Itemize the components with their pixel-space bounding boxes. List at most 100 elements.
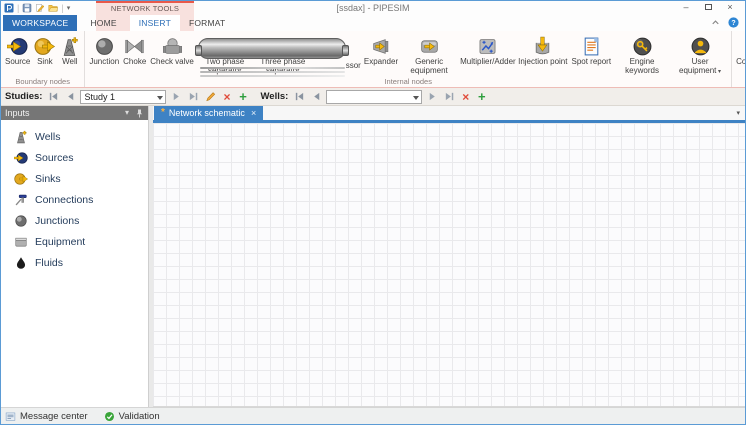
ribbon-item-label: Spot report — [571, 58, 611, 67]
junction-icon — [94, 34, 115, 58]
wells-label: Wells: — [260, 91, 288, 102]
study-delete-icon[interactable]: × — [220, 90, 233, 104]
well-delete-icon[interactable]: × — [459, 90, 472, 104]
sidebar-item-label: Sources — [35, 152, 74, 164]
open-folder-icon[interactable] — [48, 3, 58, 13]
tab-network-schematic[interactable]: * Network schematic × — [154, 106, 263, 120]
tab-close-icon[interactable]: × — [251, 106, 256, 120]
spot-report-button[interactable]: Spot report — [569, 34, 613, 67]
tab-format[interactable]: FORMAT — [180, 15, 234, 31]
pipe-graphic-overlay — [198, 38, 346, 59]
sidebar-item-label: Wells — [35, 131, 60, 143]
expander-button[interactable]: Expander — [362, 34, 400, 67]
study-select[interactable]: Study 1 — [80, 90, 166, 104]
document-area: * Network schematic × ▾ — [153, 106, 745, 407]
sidebar-item-connections[interactable]: Connections — [1, 189, 148, 210]
save-icon[interactable] — [22, 3, 32, 13]
select-caret-icon — [157, 96, 163, 100]
ribbon-item-label: Junction — [89, 58, 119, 67]
injection-point-button[interactable]: Injection point — [516, 34, 569, 67]
status-item-message-center[interactable]: Message center — [5, 411, 88, 422]
well-add-icon[interactable]: + — [475, 89, 488, 104]
connections-icon — [14, 193, 28, 207]
study-edit-icon[interactable] — [203, 90, 217, 104]
app-icon[interactable] — [4, 3, 14, 13]
sidebar-item-junctions[interactable]: Junctions — [1, 210, 148, 231]
ribbon-group-boundary-nodes: SourceSinkWell Boundary nodes — [1, 31, 85, 87]
qat-dropdown-caret-icon[interactable]: ▾ — [67, 4, 71, 12]
study-last-icon[interactable] — [186, 90, 200, 104]
pin-icon[interactable] — [135, 109, 144, 118]
ribbon-group-label: Internal nodes — [85, 77, 731, 86]
well-button[interactable]: Well — [57, 34, 82, 67]
ribbon-item-label: User equipment ▾ — [673, 58, 727, 76]
sidebar-item-fluids[interactable]: Fluids — [1, 252, 148, 273]
junction-button[interactable]: Junction — [87, 34, 121, 67]
ribbon-item-label: Multiplier/Adder — [460, 58, 514, 67]
check-valve-icon — [162, 34, 183, 58]
generic-equipment-button[interactable]: Generic equipment — [400, 34, 458, 75]
ribbon-item-label: Expander — [364, 58, 398, 67]
sidebar-item-sinks[interactable]: Sinks — [1, 168, 148, 189]
junctions-icon — [14, 214, 28, 228]
tab-workspace[interactable]: WORKSPACE — [3, 15, 77, 31]
svg-text:?: ? — [731, 20, 735, 27]
help-icon[interactable]: ? — [728, 17, 739, 28]
sidebar-item-wells[interactable]: Wells — [1, 126, 148, 147]
tab-home[interactable]: HOME — [81, 15, 125, 31]
sidebar-item-label: Junctions — [35, 215, 79, 227]
well-first-icon[interactable] — [292, 90, 306, 104]
check-valve-button[interactable]: Check valve — [148, 34, 196, 67]
validation-icon — [104, 411, 115, 422]
ribbon-group-label: Connections — [732, 77, 746, 86]
minimize-button[interactable]: – — [675, 1, 697, 15]
study-first-icon[interactable] — [46, 90, 60, 104]
ribbon-group-connections: ConnectorFlowlineRiserConnections — [732, 31, 746, 87]
engine-keywords-icon — [632, 34, 653, 58]
sidebar-item-equipment[interactable]: Equipment — [1, 231, 148, 252]
studies-toolbar: Studies: Study 1 × + Wells: × + — [1, 88, 745, 106]
ribbon-group-label: Boundary nodes — [1, 77, 84, 86]
tab-list-caret-icon[interactable]: ▾ — [736, 109, 740, 117]
ribbon-item-label: Choke — [123, 58, 146, 67]
network-schematic-canvas[interactable] — [153, 123, 745, 407]
choke-icon — [124, 34, 145, 58]
ribbon: SourceSinkWell Boundary nodes Junction Chok… — [1, 31, 745, 88]
contextual-tab-header: NETWORK TOOLS — [96, 1, 194, 15]
study-prev-icon[interactable] — [63, 90, 77, 104]
ribbon-group-internal-nodes: JunctionChokeCheck valveTwo phase separa… — [85, 31, 732, 87]
choke-button[interactable]: Choke — [121, 34, 148, 67]
study-next-icon[interactable] — [169, 90, 183, 104]
status-item-validation[interactable]: Validation — [104, 411, 160, 422]
source-button[interactable]: Source — [3, 34, 32, 67]
well-prev-icon[interactable] — [309, 90, 323, 104]
ribbon-tab-row: WORKSPACE HOME INSERT FORMAT ? — [1, 15, 745, 31]
sidebar-item-label: Sinks — [35, 173, 61, 185]
ribbon-item-label: Engine keywords — [615, 58, 669, 75]
user-equipment-button[interactable]: User equipment ▾ — [671, 34, 729, 76]
divider: | — [61, 3, 63, 13]
multiplier-adder-button[interactable]: Multiplier/Adder — [458, 34, 516, 67]
well-last-icon[interactable] — [442, 90, 456, 104]
studies-label: Studies: — [5, 91, 42, 102]
sinks-icon — [14, 172, 28, 186]
sink-button[interactable]: Sink — [32, 34, 57, 67]
panel-dropdown-caret-icon[interactable]: ▾ — [125, 106, 129, 120]
sidebar-item-sources[interactable]: Sources — [1, 147, 148, 168]
collapse-ribbon-icon[interactable] — [710, 17, 721, 28]
status-item-label: Validation — [119, 411, 160, 422]
dropdown-caret-icon: ▾ — [716, 69, 721, 75]
document-tab-label: Network schematic — [169, 106, 245, 120]
maximize-icon — [705, 4, 712, 10]
well-next-icon[interactable] — [425, 90, 439, 104]
study-add-icon[interactable]: + — [236, 89, 249, 104]
close-button[interactable]: × — [719, 1, 741, 15]
connector-button[interactable]: Connector — [734, 34, 746, 67]
well-select[interactable] — [326, 90, 422, 104]
user-equipment-icon — [690, 34, 711, 58]
maximize-button[interactable] — [697, 1, 719, 15]
edit-icon[interactable] — [35, 3, 45, 13]
tab-insert[interactable]: INSERT — [130, 15, 180, 31]
engine-keywords-button[interactable]: Engine keywords — [613, 34, 671, 75]
spot-report-icon — [581, 34, 602, 58]
